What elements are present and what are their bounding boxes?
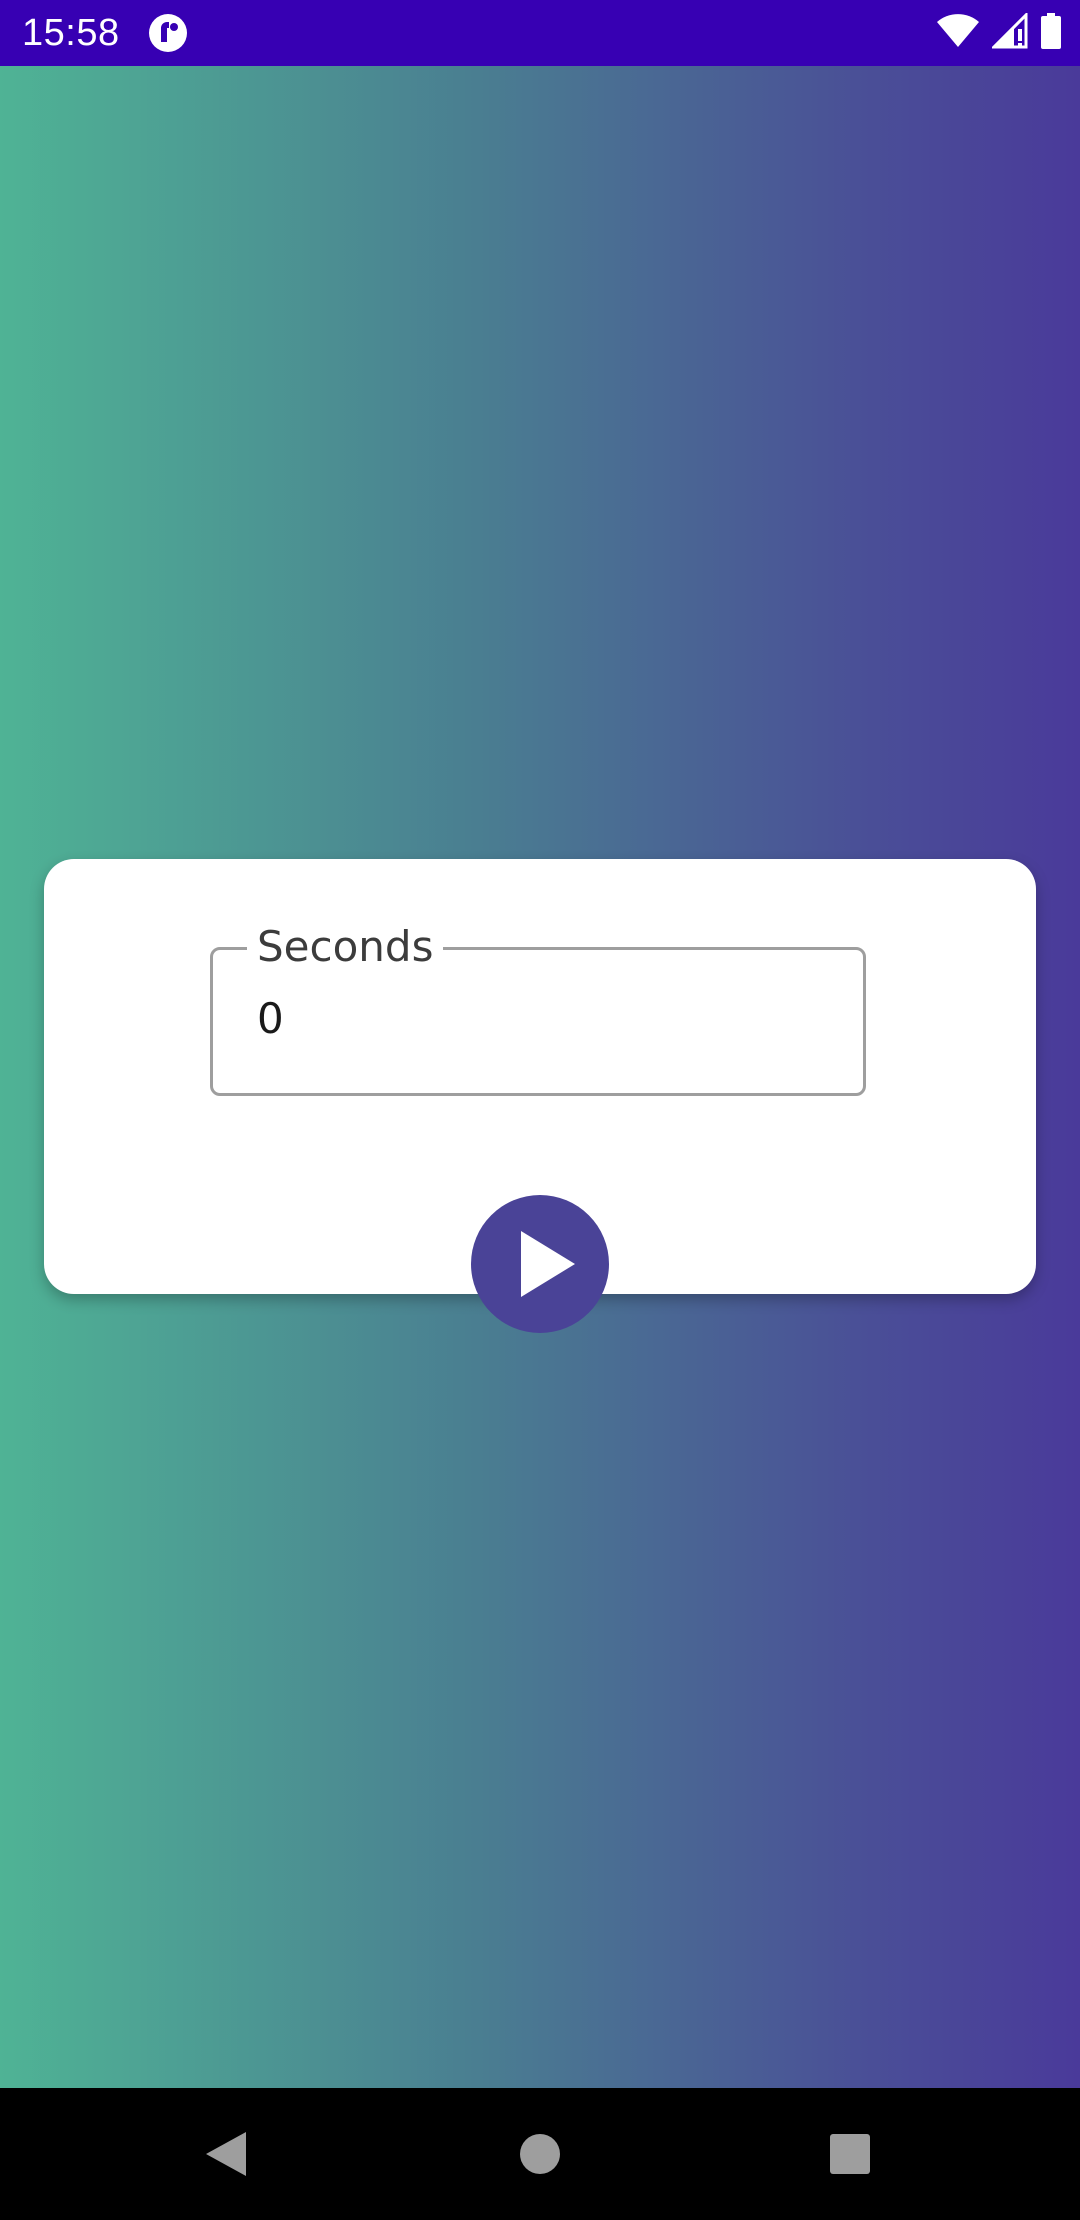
- home-button[interactable]: [460, 2088, 620, 2220]
- home-icon: [520, 2134, 560, 2174]
- seconds-field-label: Seconds: [247, 922, 444, 972]
- play-icon: [521, 1231, 575, 1297]
- status-icons: [936, 10, 1062, 54]
- gradient-background: Seconds: [0, 66, 1080, 2088]
- battery-icon: [1040, 12, 1062, 54]
- seconds-input[interactable]: [257, 994, 817, 1044]
- navigation-bar: [0, 2088, 1080, 2220]
- back-button[interactable]: [146, 2088, 306, 2220]
- recents-button[interactable]: [770, 2088, 930, 2220]
- start-timer-button[interactable]: [471, 1195, 609, 1333]
- seconds-field[interactable]: Seconds: [210, 922, 866, 1096]
- app-notification-icon: [148, 13, 188, 53]
- recents-icon: [830, 2134, 870, 2174]
- status-bar: 15:58: [0, 0, 1080, 66]
- wifi-icon: [936, 13, 980, 54]
- back-icon: [206, 2132, 246, 2176]
- status-time: 15:58: [22, 12, 120, 54]
- timer-card: Seconds: [44, 859, 1036, 1333]
- cell-signal-icon: [990, 10, 1028, 54]
